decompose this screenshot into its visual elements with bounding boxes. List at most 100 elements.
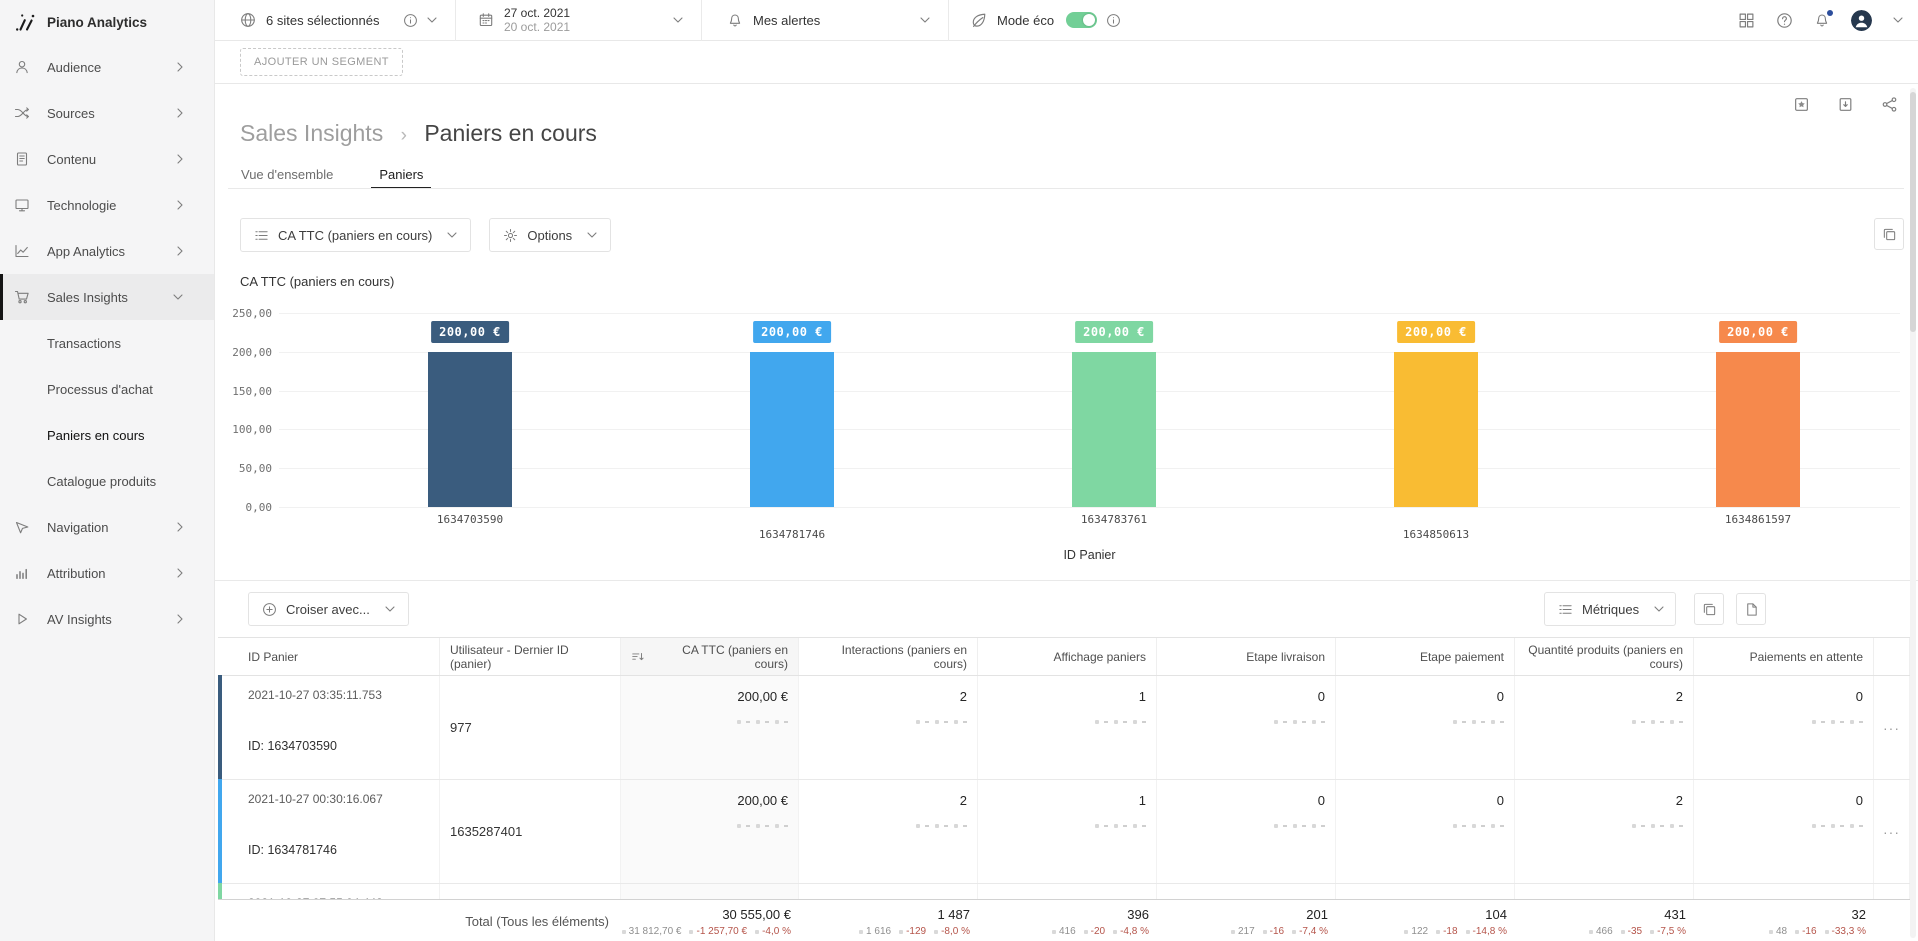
bar-1634783761[interactable] (1072, 352, 1156, 507)
cell-value: 0 (1497, 689, 1504, 704)
column-header-utilisateur-dernier-id-panier[interactable]: Utilisateur - Dernier ID (panier) (440, 638, 621, 675)
dot (1812, 720, 1816, 724)
chevron-down-icon[interactable] (1893, 17, 1903, 23)
dot (1312, 824, 1316, 828)
add-segment-button[interactable]: AJOUTER UN SEGMENT (240, 48, 403, 76)
export-document-icon[interactable] (1837, 96, 1854, 113)
app-window: Piano Analytics Audience Sources ContenuTe… (0, 0, 1918, 941)
bar-value-label: 200,00 € (431, 321, 509, 343)
date-range-selector[interactable]: 27 oct. 2021 20 oct. 2021 (456, 0, 701, 41)
metrics-dropdown[interactable]: Métriques (1544, 592, 1676, 626)
info-icon[interactable] (1106, 13, 1121, 28)
copy-icon (1702, 602, 1717, 617)
row-menu-ellipsis[interactable]: ··· (1874, 780, 1909, 883)
bar-1634861597[interactable] (1716, 352, 1800, 507)
column-header-quantit-produits-paniers-en-cours[interactable]: Quantité produits (paniers en cours) (1515, 638, 1694, 675)
comparison-item: -14,8 % (1466, 926, 1507, 937)
dot (1491, 824, 1495, 828)
shuffle-icon (14, 105, 30, 121)
bar-1634850613[interactable] (1394, 352, 1478, 507)
row-menu-ellipsis[interactable]: ··· (1874, 676, 1909, 779)
sidebar-item-av-insights[interactable]: AV Insights (0, 596, 214, 642)
masked-compare-placeholder (1704, 824, 1863, 828)
table-total-row: Total (Tous les éléments)30 555,00 €31 8… (218, 899, 1910, 941)
comparison-marker (622, 930, 626, 934)
share-icon[interactable] (1881, 96, 1898, 113)
bar-value-label: 200,00 € (1719, 321, 1797, 343)
table-copy-button[interactable] (1694, 593, 1724, 625)
help-icon[interactable] (1776, 12, 1793, 29)
cell-value: 0 (1856, 793, 1863, 808)
cell-user: 1635287401 (440, 780, 621, 883)
dash (1821, 721, 1825, 723)
column-header-etape-livraison[interactable]: Etape livraison (1157, 638, 1336, 675)
cell-metric: 2 (1515, 780, 1694, 883)
column-header-affichage-paniers[interactable]: Affichage paniers (978, 638, 1157, 675)
column-header-ca-ttc-paniers-en-cours[interactable]: CA TTC (paniers en cours) (621, 638, 799, 675)
apps-grid-icon[interactable] (1738, 12, 1755, 29)
sidebar-item-processus-d-achat[interactable]: Processus d'achat (0, 366, 214, 412)
tab-paniers[interactable]: Paniers (371, 162, 431, 189)
alerts-selector[interactable]: Mes alertes (702, 0, 948, 41)
tab-bar: Vue d'ensemble Paniers (233, 162, 461, 189)
sidebar-item-app-analytics[interactable]: App Analytics (0, 228, 214, 274)
bar-chart: CA TTC (paniers en cours) 200,00 €200,00… (220, 274, 1900, 574)
cross-with-dropdown[interactable]: Croiser avec... (248, 592, 409, 626)
dash (784, 825, 788, 827)
dash (925, 825, 929, 827)
sidebar-item-audience[interactable]: Audience (0, 44, 214, 90)
dot (1274, 720, 1278, 724)
cell-value: 2 (1676, 689, 1683, 704)
masked-compare-placeholder (809, 824, 967, 828)
options-dropdown[interactable]: Options (489, 218, 611, 252)
column-header-paiements-en-attente[interactable]: Paiements en attente (1694, 638, 1874, 675)
leaf-icon (970, 12, 987, 29)
comparison-item: 1 616 (859, 926, 891, 937)
tab-vue-densemble[interactable]: Vue d'ensemble (233, 162, 341, 189)
dash (963, 825, 967, 827)
app-title: Piano Analytics (47, 15, 147, 30)
masked-compare-placeholder (1525, 824, 1683, 828)
sidebar-item-paniers-en-cours[interactable]: Paniers en cours (0, 412, 214, 458)
sidebar-item-technologie[interactable]: Technologie (0, 182, 214, 228)
column-header-interactions-paniers-en-cours[interactable]: Interactions (paniers en cours) (799, 638, 978, 675)
bar-1634703590[interactable] (428, 352, 512, 507)
vertical-scrollbar[interactable] (1910, 88, 1916, 938)
notifications-bell-icon[interactable] (1814, 12, 1830, 28)
sidebar-item-sources[interactable]: Sources (0, 90, 214, 136)
dot (1651, 824, 1655, 828)
comparison-marker (1292, 930, 1296, 934)
dot (1491, 720, 1495, 724)
favorite-icon[interactable] (1793, 96, 1810, 113)
sort-icon (631, 650, 645, 664)
sidebar-item-navigation[interactable]: Navigation (0, 504, 214, 550)
table-export-button[interactable] (1736, 593, 1766, 625)
table-row[interactable]: 2021-10-27 03:35:11.753ID: 1634703590977… (218, 676, 1910, 780)
cart-icon (14, 289, 30, 305)
metric-selector-dropdown[interactable]: CA TTC (paniers en cours) (240, 218, 471, 252)
comparison-item: -20 (1084, 926, 1105, 937)
sidebar-item-attribution[interactable]: Attribution (0, 550, 214, 596)
info-icon[interactable] (403, 13, 418, 28)
column-header-etape-paiement[interactable]: Etape paiement (1336, 638, 1515, 675)
table-row[interactable]: 2021-10-27 00:30:16.067ID: 1634781746163… (218, 780, 1910, 884)
user-avatar[interactable] (1851, 10, 1872, 31)
app-logo[interactable]: Piano Analytics (0, 0, 214, 44)
column-header-id-panier[interactable]: ID Panier (218, 638, 440, 675)
sidebar-item-contenu[interactable]: Contenu (0, 136, 214, 182)
metrics-label: Métriques (1582, 602, 1639, 617)
site-selector[interactable]: 6 sites sélectionnés (215, 0, 455, 41)
chart-copy-button[interactable] (1874, 218, 1904, 250)
scrollbar-thumb[interactable] (1910, 92, 1916, 332)
x-axis-title: ID Panier (279, 548, 1900, 562)
total-metric: 431466-35-7,5 % (1515, 900, 1694, 941)
sidebar-item-catalogue-produits[interactable]: Catalogue produits (0, 458, 214, 504)
sidebar-item-transactions[interactable]: Transactions (0, 320, 214, 366)
y-tick-label: 200,00 (220, 346, 272, 359)
date-secondary: 20 oct. 2021 (504, 20, 570, 34)
eco-mode-toggle[interactable] (1066, 12, 1097, 28)
sidebar-item-label: Sources (47, 106, 95, 121)
bar-1634781746[interactable] (750, 352, 834, 507)
sidebar-item-sales-insights[interactable]: Sales Insights (0, 274, 214, 320)
breadcrumb-section[interactable]: Sales Insights (240, 120, 383, 146)
